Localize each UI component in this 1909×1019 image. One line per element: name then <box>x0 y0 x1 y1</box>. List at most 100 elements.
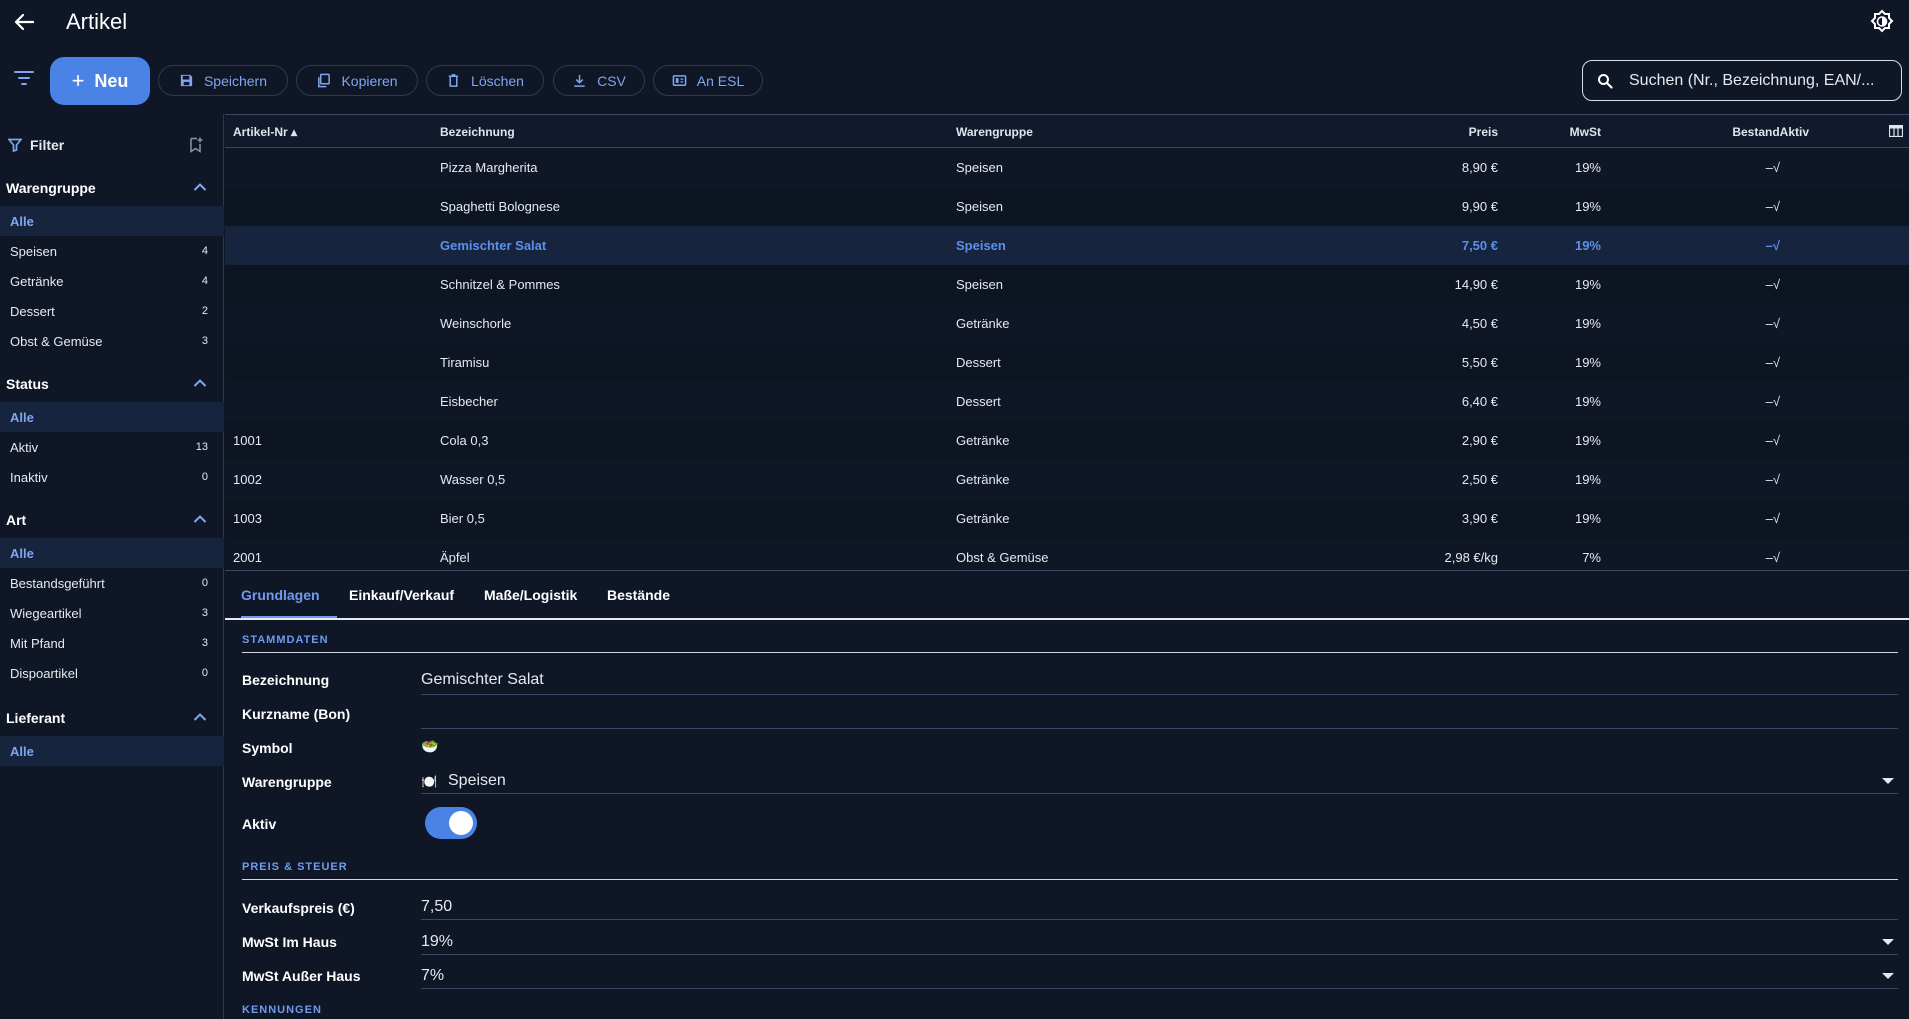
toggle-knob <box>449 811 473 835</box>
section-divider <box>242 879 1898 880</box>
section-preis-title: PREIS & STEUER <box>242 861 348 873</box>
csv-button[interactable]: CSV <box>553 65 645 96</box>
table-row[interactable]: Eisbecher Dessert 6,40 € 19% –√ <box>225 382 1909 421</box>
tab-grundlagen[interactable]: Grundlagen <box>241 587 320 603</box>
table-row[interactable]: Gemischter Salat Speisen 7,50 € 19% –√ <box>225 226 1909 265</box>
table-row[interactable]: Weinschorle Getränke 4,50 € 19% –√ <box>225 304 1909 343</box>
bezeichnung-field[interactable]: Gemischter Salat <box>421 671 544 689</box>
warengruppe-underline <box>421 793 1898 794</box>
cell-group: Dessert <box>956 394 1001 409</box>
filter-option-label: Alle <box>10 409 34 425</box>
filter-option[interactable]: Alle <box>0 206 224 236</box>
filter-option-count: 3 <box>201 607 208 619</box>
table-row[interactable]: Tiramisu Dessert 5,50 € 19% –√ <box>225 343 1909 382</box>
cell-group: Speisen <box>956 160 1003 175</box>
tab-einkauf-verkauf[interactable]: Einkauf/Verkauf <box>349 587 454 603</box>
table-row[interactable]: 1003 Bier 0,5 Getränke 3,90 € 19% –√ <box>225 499 1909 538</box>
chevron-up-icon[interactable] <box>193 514 207 524</box>
cell-group: Speisen <box>956 277 1003 292</box>
col-header-nr[interactable]: Artikel-Nr ▴ <box>233 125 297 139</box>
filter-group-title[interactable]: Lieferant <box>6 710 65 726</box>
filter-option[interactable]: Bestandsgeführt 0 <box>0 568 224 598</box>
search-input[interactable]: Suchen (Nr., Bezeichnung, EAN/... <box>1582 60 1902 101</box>
filter-option[interactable]: Inaktiv 0 <box>0 462 224 492</box>
filter-option[interactable]: Dessert 2 <box>0 296 224 326</box>
filter-group-title[interactable]: Art <box>6 512 26 528</box>
cell-price: 14,90 € <box>1454 277 1498 292</box>
plate-icon: 🍽️ <box>421 774 438 789</box>
tab-bestaende[interactable]: Bestände <box>607 587 670 603</box>
cell-nr: 2001 <box>233 550 262 565</box>
mwst-haus-select[interactable]: 19% <box>421 933 453 951</box>
mwst-haus-underline <box>421 954 1898 955</box>
cell-stock: –√ <box>1765 550 1780 565</box>
cell-vat: 19% <box>1574 316 1601 331</box>
table-row[interactable]: 1001 Cola 0,3 Getränke 2,90 € 19% –√ <box>225 421 1909 460</box>
new-button[interactable]: + Neu <box>50 57 150 105</box>
table-row[interactable]: 1002 Wasser 0,5 Getränke 2,50 € 19% –√ <box>225 460 1909 499</box>
chevron-up-icon[interactable] <box>193 182 207 192</box>
toolbar: + Neu Speichern Kopieren Löschen CSV An … <box>0 56 1909 106</box>
cell-price: 2,98 €/kg <box>1444 550 1499 565</box>
table-row[interactable]: Pizza Margherita Speisen 8,90 € 19% –√ <box>225 148 1909 187</box>
bookmark-add-icon[interactable] <box>189 137 203 153</box>
filter-option[interactable]: Alle <box>0 538 224 568</box>
mwst-ausser-select[interactable]: 7% <box>421 967 444 985</box>
table-row[interactable]: Schnitzel & Pommes Speisen 14,90 € 19% –√ <box>225 265 1909 304</box>
cell-stock: –√ <box>1765 238 1780 253</box>
cell-group: Getränke <box>956 472 1010 487</box>
filter-option[interactable]: Dispoartikel 0 <box>0 658 224 688</box>
filter-option[interactable]: Getränke 4 <box>0 266 224 296</box>
filter-option[interactable]: Aktiv 13 <box>0 432 224 462</box>
esl-button[interactable]: An ESL <box>653 65 763 96</box>
cell-price: 5,50 € <box>1461 355 1498 370</box>
col-header-group[interactable]: Warengruppe <box>956 125 1033 139</box>
filter-toggle-icon[interactable] <box>14 70 38 92</box>
chevron-up-icon[interactable] <box>193 712 207 722</box>
copy-button[interactable]: Kopieren <box>296 65 418 96</box>
cell-price: 6,40 € <box>1461 394 1498 409</box>
filter-option[interactable]: Mit Pfand 3 <box>0 628 224 658</box>
col-header-vat[interactable]: MwSt <box>1570 125 1601 139</box>
back-arrow-icon[interactable] <box>12 10 36 34</box>
cell-name: Wasser 0,5 <box>440 472 506 487</box>
cell-name: Tiramisu <box>440 355 490 370</box>
tab-masse-logistik[interactable]: Maße/Logistik <box>484 587 577 603</box>
cell-name: Weinschorle <box>440 316 512 331</box>
table-row[interactable]: Spaghetti Bolognese Speisen 9,90 € 19% –√ <box>225 187 1909 226</box>
col-header-stock[interactable]: BestandAktiv <box>1732 125 1809 139</box>
filter-option-count: 0 <box>201 667 208 679</box>
filter-option-label: Bestandsgeführt <box>10 575 105 591</box>
esl-button-label: An ESL <box>696 72 745 89</box>
chevron-down-icon[interactable] <box>1882 778 1894 784</box>
chevron-down-icon[interactable] <box>1882 973 1894 979</box>
delete-button[interactable]: Löschen <box>426 65 544 96</box>
search-icon <box>1598 73 1613 89</box>
warengruppe-select[interactable]: Speisen <box>448 772 506 790</box>
filter-option-label: Getränke <box>10 273 64 289</box>
cell-price: 9,90 € <box>1461 199 1498 214</box>
chevron-down-icon[interactable] <box>1882 939 1894 945</box>
filter-option[interactable]: Wiegeartikel 3 <box>0 598 224 628</box>
filter-group-title[interactable]: Warengruppe <box>6 180 96 196</box>
filter-option[interactable]: Alle <box>0 736 224 766</box>
symbol-field[interactable]: 🥗 <box>421 738 438 755</box>
filter-option[interactable]: Speisen 4 <box>0 236 224 266</box>
theme-toggle-icon[interactable] <box>1869 9 1895 35</box>
cell-vat: 19% <box>1574 277 1601 292</box>
verkaufspreis-field[interactable]: 7,50 <box>421 898 452 916</box>
search-placeholder: Suchen (Nr., Bezeichnung, EAN/... <box>1629 71 1875 89</box>
col-header-price[interactable]: Preis <box>1469 125 1498 139</box>
filter-option[interactable]: Alle <box>0 402 224 432</box>
filter-group-title[interactable]: Status <box>6 376 49 392</box>
filter-option[interactable]: Obst & Gemüse 3 <box>0 326 224 356</box>
cell-group: Speisen <box>956 238 1006 253</box>
chevron-up-icon[interactable] <box>193 378 207 388</box>
cell-group: Dessert <box>956 355 1001 370</box>
aktiv-toggle[interactable] <box>425 807 477 839</box>
save-button[interactable]: Speichern <box>158 65 288 96</box>
cell-stock: –√ <box>1765 355 1780 370</box>
cell-stock: –√ <box>1765 433 1780 448</box>
columns-icon[interactable] <box>1889 125 1903 137</box>
col-header-name[interactable]: Bezeichnung <box>440 125 515 139</box>
